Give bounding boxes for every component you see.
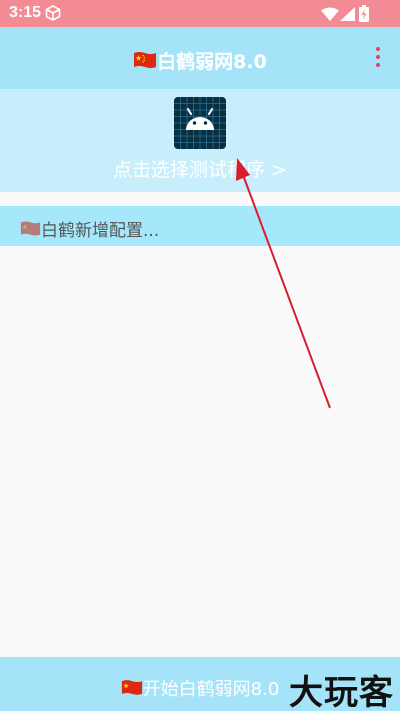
android-icon <box>174 97 226 149</box>
config-bar[interactable]: 白鹤新增配置... <box>0 206 400 246</box>
config-label-container: 白鹤新增配置... <box>20 216 159 242</box>
start-label: 开始白鹤弱网8.0 <box>142 679 280 700</box>
select-test-app-hint: 点击选择测试程序 > <box>113 159 287 181</box>
app-title: 白鹤弱网8.0 <box>157 51 267 73</box>
china-flag-icon <box>20 220 41 242</box>
signal-icon <box>340 6 355 25</box>
select-test-app-button[interactable]: 点击选择测试程序 > <box>0 89 400 192</box>
wifi-icon <box>321 6 339 25</box>
status-time: 3:15 <box>9 4 42 21</box>
battery-icon <box>359 5 369 26</box>
more-vert-icon[interactable] <box>374 47 382 71</box>
app-title-container: 白鹤弱网8.0 <box>0 47 400 74</box>
china-flag-icon <box>133 51 157 74</box>
china-flag-icon <box>121 679 143 701</box>
app-bar: 白鹤弱网8.0 <box>0 27 400 89</box>
status-bar: 3:15 <box>0 0 400 27</box>
config-label: 白鹤新增配置... <box>41 221 160 241</box>
watermark-logo: 大玩客 <box>289 673 394 713</box>
cube-icon <box>45 5 61 25</box>
